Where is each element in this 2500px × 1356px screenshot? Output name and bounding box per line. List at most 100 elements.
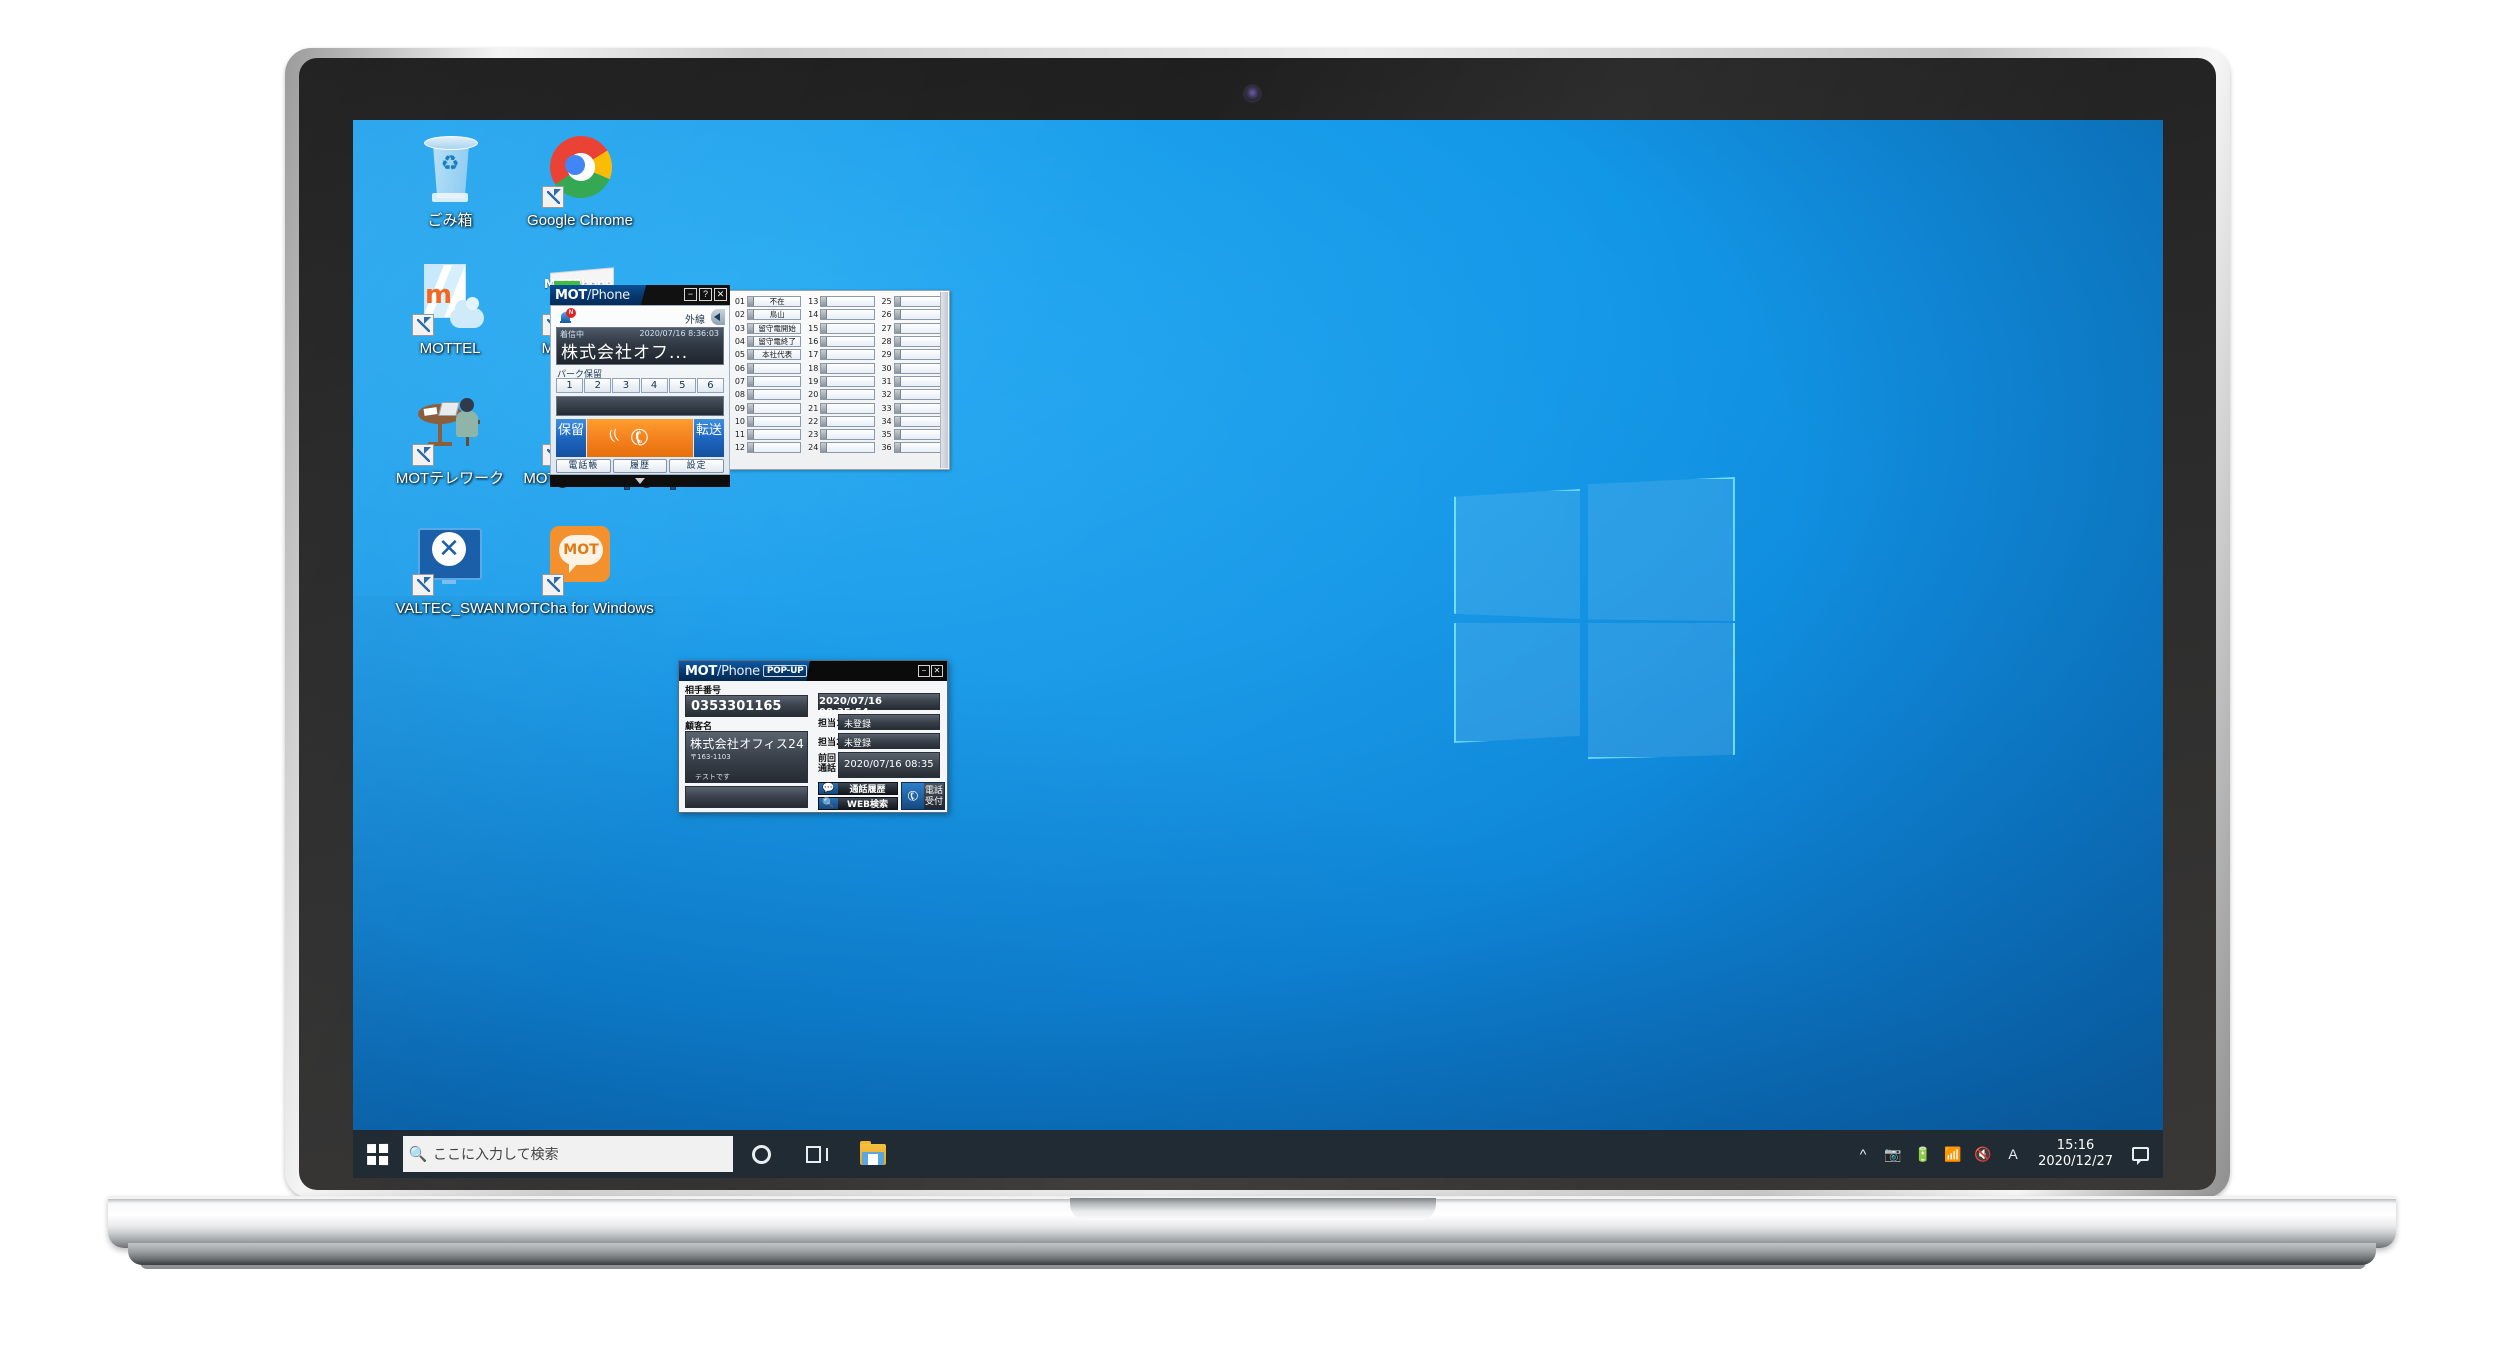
motphone-titlebar-buttons[interactable]: − ? ✕ <box>684 288 727 301</box>
blf-key-row[interactable]: 21 <box>805 401 875 414</box>
blf-key-button[interactable] <box>820 296 875 308</box>
taskbar[interactable]: 🔍 ここに入力して検索 ^ 📷 🔋 📶 🔇 A 15:16 2020/12/27 <box>353 1130 2163 1178</box>
bell-notification-icon[interactable]: N <box>557 308 576 325</box>
blf-key-button[interactable] <box>820 349 875 361</box>
tab-settings[interactable]: 設定 <box>669 459 725 473</box>
blf-key-row[interactable]: 10 <box>732 415 802 428</box>
blf-key-button[interactable] <box>820 402 875 414</box>
blf-key-row[interactable]: 17 <box>805 348 875 361</box>
desktop-icon-mottel[interactable]: m MOTTEL <box>375 262 525 357</box>
system-tray[interactable]: ^ 📷 🔋 📶 🔇 A 15:16 2020/12/27 <box>1848 1130 2163 1178</box>
blf-key-row[interactable]: 09 <box>732 401 802 414</box>
blf-key-row[interactable]: 36 <box>879 441 948 454</box>
blf-key-row[interactable]: 33 <box>879 401 948 414</box>
blf-key-button[interactable]: 留守電終了 <box>747 336 802 348</box>
blf-key-row[interactable]: 24 <box>805 441 875 454</box>
blf-extension-panel[interactable]: 01 不在 02 鳥山 03 留守電開始 04 留守電終了 05 本社代表 06 07 0… <box>728 290 950 470</box>
blf-key-row[interactable]: 06 <box>732 361 802 374</box>
accept-call-button[interactable]: ✆ 電話 受付 <box>901 782 945 810</box>
blf-key-button[interactable] <box>820 442 875 454</box>
park-hold-buttons[interactable]: 1 2 3 4 5 6 <box>556 378 725 393</box>
blf-key-button[interactable]: 留守電開始 <box>747 322 802 334</box>
popup-titlebar[interactable]: MOT/Phone POP-UP − ✕ <box>679 661 947 681</box>
cortana-button[interactable] <box>733 1130 789 1178</box>
start-button[interactable] <box>353 1130 401 1178</box>
blf-key-button[interactable] <box>747 375 802 387</box>
wifi-icon[interactable]: 📶 <box>1938 1130 1968 1178</box>
blf-key-row[interactable]: 30 <box>879 361 948 374</box>
park-button-1[interactable]: 1 <box>556 378 584 393</box>
blf-key-button[interactable] <box>820 362 875 374</box>
park-button-5[interactable]: 5 <box>668 378 696 393</box>
call-history-button[interactable]: 💬 通話履歴 <box>818 782 898 795</box>
battery-icon[interactable]: 🔋 <box>1908 1130 1938 1178</box>
minimize-button[interactable]: − <box>684 288 697 301</box>
blf-key-button[interactable] <box>747 362 802 374</box>
blf-key-button[interactable] <box>820 309 875 321</box>
park-button-4[interactable]: 4 <box>640 378 668 393</box>
web-search-button[interactable]: 🔍 WEB検索 <box>818 797 898 810</box>
motphone-titlebar[interactable]: MOT/Phone − ? ✕ <box>550 285 730 305</box>
blf-key-button[interactable] <box>747 442 802 454</box>
desktop-icon-google-chrome[interactable]: Google Chrome <box>505 134 655 229</box>
blf-key-row[interactable]: 12 <box>732 441 802 454</box>
notification-center-button[interactable] <box>2123 1130 2157 1178</box>
blf-key-row[interactable]: 18 <box>805 361 875 374</box>
task-view-button[interactable] <box>789 1130 845 1178</box>
blf-key-row[interactable]: 01 不在 <box>732 295 802 308</box>
blf-key-button[interactable] <box>747 402 802 414</box>
desktop-icon-motcha-for-windows[interactable]: MOT MOTCha for Windows <box>505 522 655 617</box>
blf-key-row[interactable]: 26 <box>879 308 948 321</box>
close-button[interactable]: ✕ <box>714 288 727 301</box>
popup-titlebar-buttons[interactable]: − ✕ <box>918 665 943 677</box>
motphone-tabs[interactable]: 電話帳 履歴 設定 <box>556 459 725 473</box>
blf-key-button[interactable] <box>820 415 875 427</box>
hold-button[interactable]: 保留 <box>556 419 586 457</box>
park-button-3[interactable]: 3 <box>612 378 640 393</box>
blf-key-row[interactable]: 15 <box>805 322 875 335</box>
ime-mode-icon[interactable]: A <box>1998 1130 2028 1178</box>
blf-key-row[interactable]: 07 <box>732 375 802 388</box>
blf-scrollbar[interactable] <box>940 292 948 468</box>
volume-muted-icon[interactable]: 🔇 <box>1968 1130 1998 1178</box>
motphone-expand-footer[interactable] <box>550 475 730 487</box>
desktop-icon-recycle-bin[interactable]: ♻ ごみ箱 <box>375 134 525 229</box>
blf-key-button[interactable] <box>820 429 875 441</box>
close-button[interactable]: ✕ <box>931 665 943 677</box>
blf-key-row[interactable]: 20 <box>805 388 875 401</box>
desktop-icon-mot-telework[interactable]: MOTテレワーク <box>375 392 525 487</box>
blf-key-row[interactable]: 16 <box>805 335 875 348</box>
collapse-panel-arrow-icon[interactable] <box>711 309 725 325</box>
blf-key-row[interactable]: 04 留守電終了 <box>732 335 802 348</box>
file-explorer-button[interactable] <box>845 1130 901 1178</box>
blf-key-button[interactable] <box>820 375 875 387</box>
blf-key-button[interactable]: 不在 <box>747 296 802 308</box>
blf-key-button[interactable]: 鳥山 <box>747 309 802 321</box>
blf-key-row[interactable]: 03 留守電開始 <box>732 322 802 335</box>
blf-key-button[interactable] <box>747 389 802 401</box>
minimize-button[interactable]: − <box>918 665 930 677</box>
desktop-icon-valtec-swan[interactable]: ✕ VALTEC_SWAN <box>375 522 525 617</box>
blf-key-row[interactable]: 27 <box>879 322 948 335</box>
camera-icon[interactable]: 📷 <box>1878 1130 1908 1178</box>
blf-key-row[interactable]: 35 <box>879 428 948 441</box>
blf-key-button[interactable] <box>820 389 875 401</box>
blf-key-button[interactable] <box>747 429 802 441</box>
blf-key-row[interactable]: 22 <box>805 415 875 428</box>
clock[interactable]: 15:16 2020/12/27 <box>2028 1138 2123 1170</box>
blf-key-row[interactable]: 08 <box>732 388 802 401</box>
blf-key-row[interactable]: 11 <box>732 428 802 441</box>
blf-key-row[interactable]: 31 <box>879 375 948 388</box>
motphone-popup-window[interactable]: MOT/Phone POP-UP − ✕ 相手番号 0353301165 顧客名 … <box>678 660 948 813</box>
park-button-6[interactable]: 6 <box>696 378 725 393</box>
blf-key-button[interactable] <box>747 415 802 427</box>
answer-call-button[interactable]: (( ✆ <box>587 419 693 457</box>
blf-key-button[interactable]: 本社代表 <box>747 349 802 361</box>
tab-history[interactable]: 履歴 <box>612 459 668 473</box>
park-button-2[interactable]: 2 <box>584 378 612 393</box>
blf-key-row[interactable]: 13 <box>805 295 875 308</box>
blf-key-button[interactable] <box>820 322 875 334</box>
blf-key-row[interactable]: 28 <box>879 335 948 348</box>
help-button[interactable]: ? <box>699 288 712 301</box>
blf-key-row[interactable]: 02 鳥山 <box>732 308 802 321</box>
